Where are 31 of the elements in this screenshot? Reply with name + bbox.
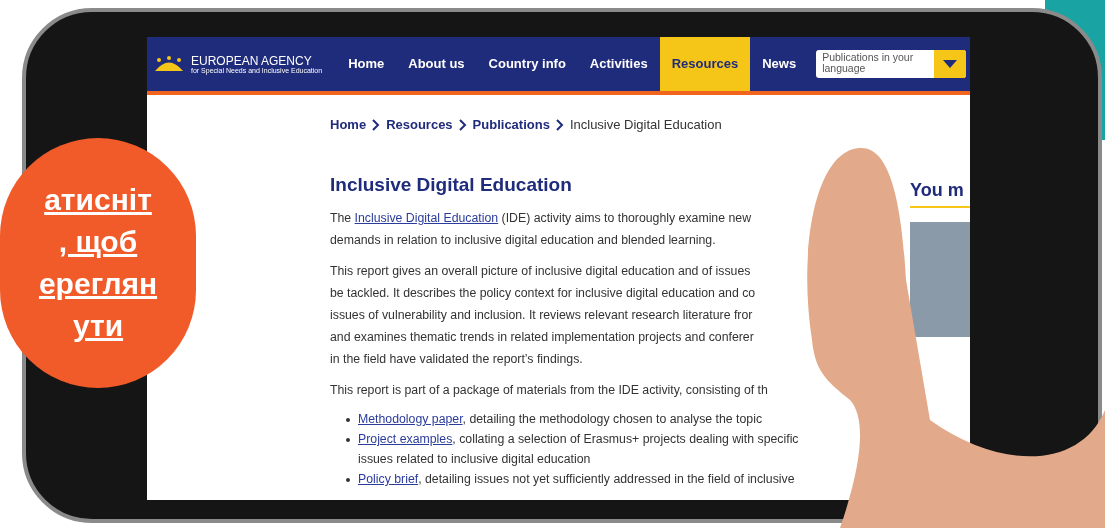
chevron-icon (555, 118, 564, 131)
list-item-text: Methodology paper, detailing the methodology chosen to analyse the topic (358, 411, 763, 428)
breadcrumb-current: Inclusive Digital Education (569, 116, 722, 134)
logo-title: EUROPEAN AGENCY (191, 54, 313, 67)
link[interactable]: Methodology paper (358, 412, 463, 426)
breadcrumb-link[interactable]: Home (330, 115, 367, 135)
paragraph: This report is part of a package of materials from the IDE activity, consisting of th (330, 382, 769, 399)
list-item-text: Project examples, collating a selection of Erasmus+ projects dealing with specific issues related to inclusive digital education (358, 431, 799, 468)
logo-icon (153, 56, 185, 72)
language-select[interactable]: Publications in your language (816, 50, 967, 78)
nav-tab[interactable]: About us (396, 37, 477, 91)
list-item-text: Policy brief, detailing issues not yet sufficiently addressed in the field of inclusive (358, 471, 795, 488)
caret-icon (943, 60, 958, 68)
nav-tab[interactable]: Resources (659, 37, 751, 91)
chevron-icon (458, 118, 467, 131)
placeholder: Publications in your language (821, 50, 915, 76)
paragraph: This report gives an overall picture of inclusive digital education and of issues be tackled. It describes the policy context for inclusive digital education and co issues of vulnerability and inclusion. It reviews relevant research literature fror and examines thematic trends in related implementation projects and conferer in the field have validated the report’s findings. (330, 263, 757, 368)
bullet-icon (346, 418, 350, 422)
bullet-icon (346, 438, 350, 442)
nav-tab[interactable]: Country info (476, 37, 578, 91)
nav-tab[interactable]: Activities (577, 37, 660, 91)
link[interactable]: Policy brief (358, 472, 419, 486)
breadcrumb-link[interactable]: Publications (472, 115, 550, 135)
sidebar-heading: You m (910, 177, 970, 208)
article-title: Inclusive Digital Education (330, 172, 573, 197)
breadcrumb-link[interactable]: Resources (386, 115, 453, 135)
chevron-icon (372, 118, 381, 131)
nav-tab[interactable]: News (750, 37, 809, 91)
link[interactable]: Inclusive Digital Education (354, 211, 499, 225)
nav-tab[interactable]: Home (336, 37, 397, 91)
bullet-icon (346, 478, 350, 482)
